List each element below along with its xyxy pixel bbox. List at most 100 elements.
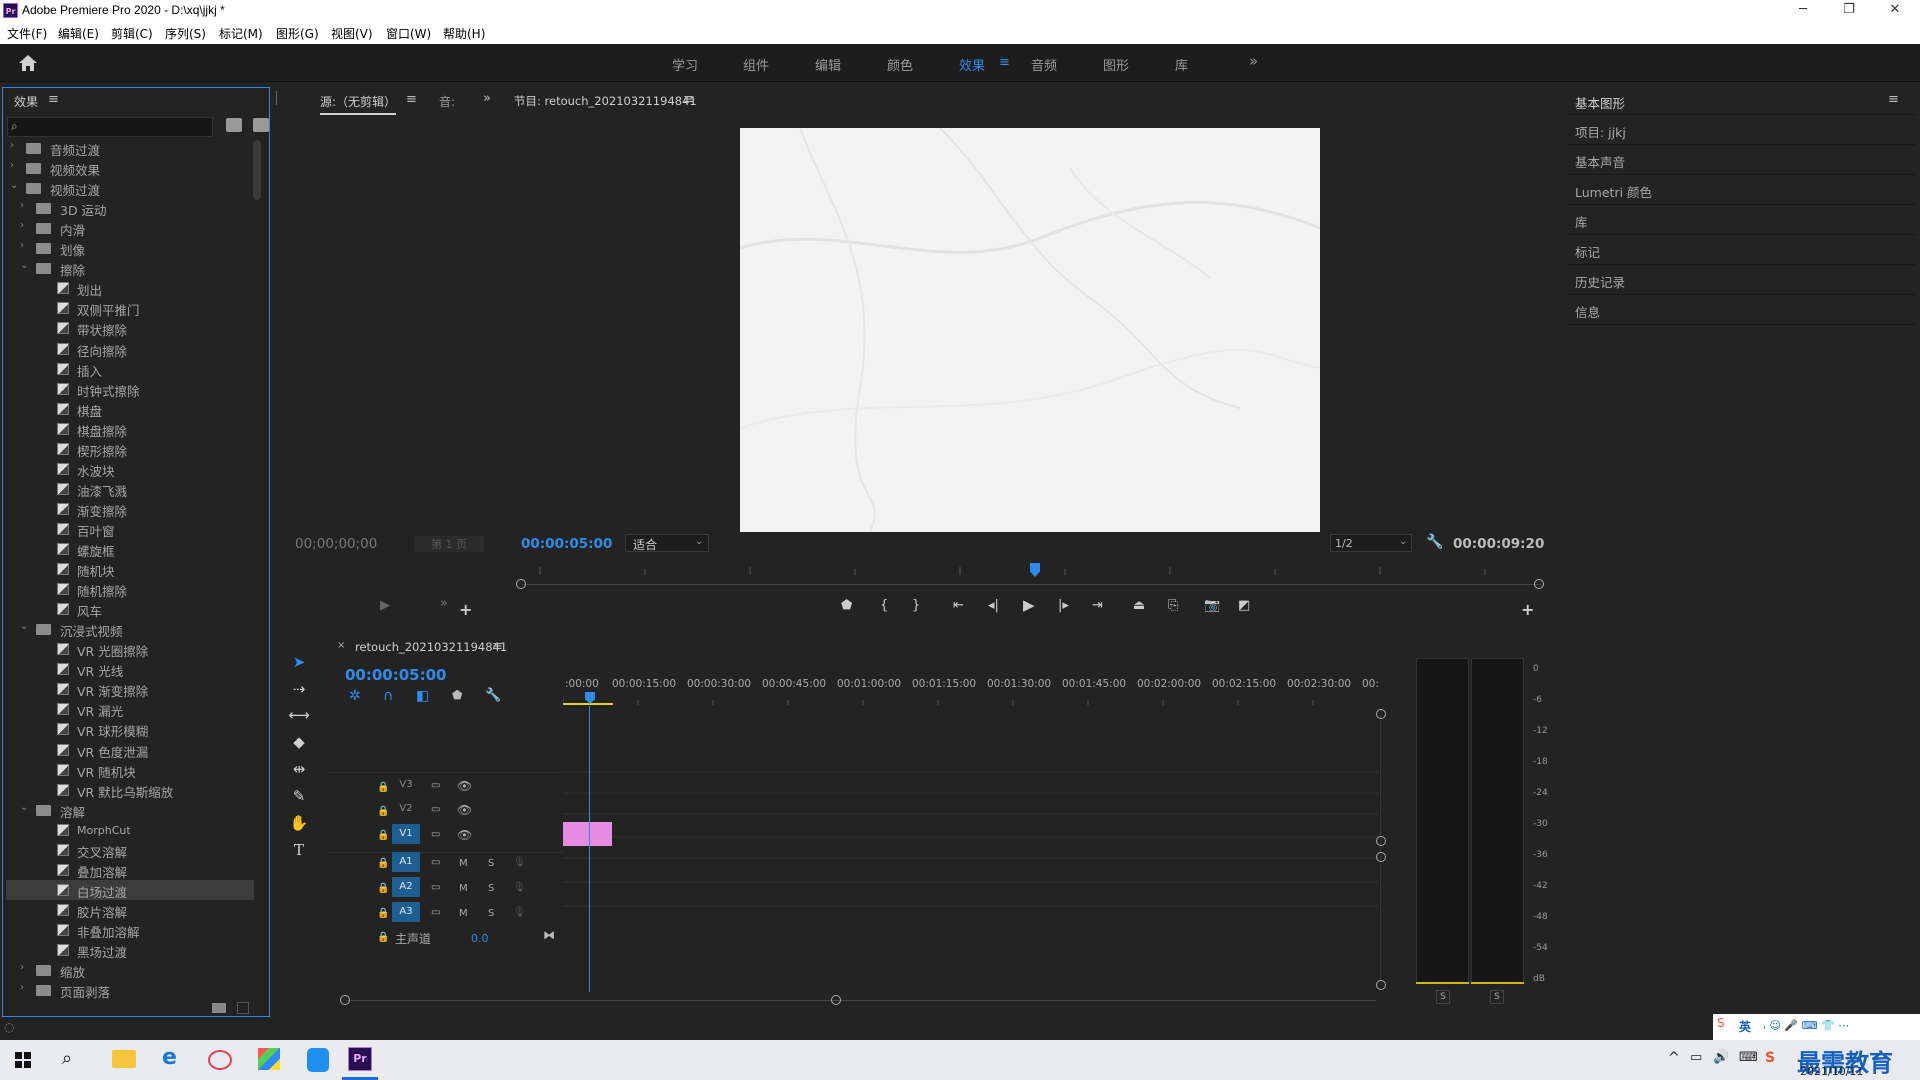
snap-icon[interactable]: ∩ [383,688,393,704]
new-bin-icon[interactable] [226,118,242,132]
chevron-right-icon[interactable]: › [20,982,24,993]
tree-effect-item[interactable]: VR 色度泄漏 [6,740,254,760]
tree-folder[interactable]: ⌄ 视频过渡 [6,178,254,198]
track-name-a2[interactable]: A2 [392,877,420,897]
source-add-button[interactable]: + [459,600,472,619]
tab-color[interactable]: 颜色 [887,55,913,74]
tree-effect-item[interactable]: 径向擦除 [6,339,254,359]
lift-icon[interactable]: ⏏ [1133,598,1145,613]
premiere-taskbar-icon[interactable]: Pr [348,1047,372,1071]
chevron-right-icon[interactable]: › [20,220,24,231]
master-clip-icon[interactable]: ⧓ [543,928,555,942]
solo-left-button[interactable]: S [1436,990,1450,1004]
tree-effect-item[interactable]: 划出 [6,278,254,298]
mark-out-icon[interactable]: } [912,598,920,613]
chevron-down-icon[interactable]: ⌄ [10,180,18,191]
tree-folder[interactable]: › 音频过渡 [6,138,254,158]
tree-effect-item[interactable]: 时钟式擦除 [6,379,254,399]
chevron-right-icon[interactable]: › [10,140,14,151]
tree-folder[interactable]: › 3D 运动 [6,198,254,218]
chevron-down-icon[interactable]: ⌄ [20,621,28,632]
custom-bin-icon[interactable] [253,118,269,132]
tree-folder[interactable]: ⌄ 沉浸式视频 [6,619,254,639]
wrench-icon[interactable]: 🔧 [1426,534,1443,550]
tree-effect-item[interactable]: VR 漏光 [6,699,254,719]
source-menu-icon[interactable]: ≡ [406,92,417,107]
track-name-a1[interactable]: A1 [392,852,420,872]
tree-effect-item[interactable]: 叠加溶解 [6,860,254,880]
source-monitor-tab[interactable]: 源:（无剪辑） [320,93,397,115]
libraries-tab[interactable]: 库 [1575,212,1588,231]
tree-effect-item[interactable]: VR 默比乌斯缩放 [6,780,254,800]
voice-over-icon[interactable]: 🎙 [513,907,526,918]
scroll-handle[interactable] [1376,709,1386,719]
menu-window[interactable]: 窗口(W) [386,25,431,42]
menu-edit[interactable]: 编辑(E) [58,25,99,42]
tree-folder[interactable]: › 页面剥落 [6,980,254,1000]
menu-sequence[interactable]: 序列(S) [165,25,206,42]
h-scroll-handle-left[interactable] [340,995,350,1005]
tree-folder[interactable]: › 视频效果 [6,158,254,178]
lock-icon[interactable]: 🔒 [377,932,389,943]
menu-graphics[interactable]: 图形(G) [276,25,319,42]
menu-clip[interactable]: 剪辑(C) [111,25,153,42]
hand-tool-icon[interactable]: ✋ [288,812,310,834]
tab-learn[interactable]: 学习 [672,55,698,74]
tree-effect-item[interactable]: MorphCut [6,820,254,840]
timeline-settings-icon[interactable]: 🔧 [485,688,501,703]
sync-lock-icon[interactable]: ▭ [431,804,440,815]
sync-lock-icon[interactable]: ▭ [431,882,440,893]
project-panel-tab[interactable]: 项目: jjkj [1575,122,1626,141]
track-select-tool-icon[interactable]: ⇢ [288,678,310,700]
more-workspaces-icon[interactable]: » [1249,52,1258,70]
solo-right-button[interactable]: S [1490,990,1504,1004]
hamburger-icon[interactable]: ≡ [999,55,1010,70]
timeline-tab[interactable]: retouch_20210321194841 [355,640,507,654]
timeline-menu-icon[interactable]: ≡ [492,639,503,654]
vertical-scroll-track[interactable] [1380,713,1381,985]
tab-graphics[interactable]: 图形 [1103,55,1129,74]
add-marker-icon[interactable]: ⬟ [841,598,852,613]
sogou-logo-icon[interactable]: S [1717,1016,1725,1030]
tree-effect-item[interactable]: VR 渐变擦除 [6,679,254,699]
menu-file[interactable]: 文件(F) [7,25,47,42]
linked-selection-icon[interactable]: ◧ [416,688,429,704]
home-icon[interactable] [18,54,38,72]
lock-icon[interactable]: 🔒 [377,782,389,793]
tray-network-icon[interactable]: ▭ [1690,1050,1702,1065]
close-tab-icon[interactable]: × [337,640,345,651]
program-timecode[interactable]: 00:00:05:00 [521,536,612,552]
zoom-handle-right[interactable] [1534,579,1544,589]
tree-effect-item[interactable]: 楔形擦除 [6,439,254,459]
tree-effect-item[interactable]: VR 球形模糊 [6,719,254,739]
h-scroll-handle-right[interactable] [831,995,841,1005]
tree-effect-item[interactable]: 非叠加溶解 [6,920,254,940]
info-tab[interactable]: 信息 [1575,302,1600,321]
timeline-timecode[interactable]: 00:00:05:00 [345,666,447,684]
source-more-icon[interactable]: » [440,596,448,611]
chevron-right-icon[interactable]: › [10,160,14,171]
tab-assembly[interactable]: 组件 [743,55,769,74]
tree-effect-item[interactable]: VR 光圈擦除 [6,639,254,659]
mute-button[interactable]: M [459,858,468,869]
mark-in-icon[interactable]: { [880,598,888,613]
audio-clip-mixer-tab[interactable]: 音: [439,93,455,110]
track-name-v3[interactable]: V3 [392,775,420,795]
tray-sogou-icon[interactable]: S [1765,1050,1775,1066]
tray-ime-icon[interactable]: ⌨ [1739,1050,1758,1065]
eye-icon[interactable]: 👁 [457,779,472,793]
tab-editing[interactable]: 编辑 [815,55,841,74]
track-name-v1[interactable]: V1 [392,824,420,844]
chevron-right-icon[interactable]: › [20,240,24,251]
history-tab[interactable]: 历史记录 [1575,272,1625,291]
tree-effect-item[interactable]: 水波块 [6,459,254,479]
comparison-view-icon[interactable]: ◩ [1238,598,1250,613]
tree-effect-item[interactable]: 随机块 [6,559,254,579]
tree-effect-item[interactable]: 交叉溶解 [6,840,254,860]
trash-icon[interactable] [237,1002,249,1014]
chevron-down-icon[interactable]: ⌄ [20,802,28,813]
scroll-handle[interactable] [1376,836,1386,846]
tray-chevron-icon[interactable]: ^ [1668,1050,1680,1066]
tree-effect-item[interactable]: 螺旋框 [6,539,254,559]
lock-icon[interactable]: 🔒 [377,908,389,919]
